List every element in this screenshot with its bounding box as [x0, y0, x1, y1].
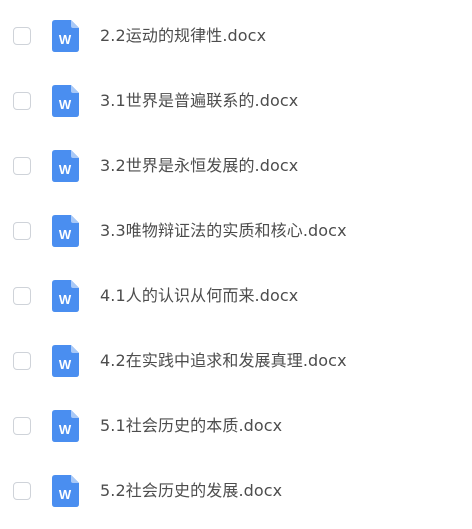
- svg-text:W: W: [59, 162, 72, 177]
- file-checkbox[interactable]: [13, 157, 31, 175]
- word-doc-icon: W: [52, 20, 79, 52]
- svg-text:W: W: [59, 97, 72, 112]
- file-row[interactable]: W 4.2在实践中追求和发展真理.docx: [0, 341, 472, 381]
- word-doc-icon: W: [52, 85, 79, 117]
- file-checkbox[interactable]: [13, 92, 31, 110]
- word-doc-icon: W: [52, 280, 79, 312]
- word-doc-icon: W: [52, 475, 79, 507]
- file-row[interactable]: W 4.1人的认识从何而来.docx: [0, 276, 472, 316]
- word-doc-icon: W: [52, 215, 79, 247]
- file-name[interactable]: 5.1社会历史的本质.docx: [100, 416, 282, 436]
- file-name[interactable]: 4.1人的认识从何而来.docx: [100, 286, 298, 306]
- file-row[interactable]: W 3.1世界是普遍联系的.docx: [0, 81, 472, 121]
- file-name[interactable]: 3.2世界是永恒发展的.docx: [100, 156, 298, 176]
- file-checkbox[interactable]: [13, 482, 31, 500]
- file-row[interactable]: W 3.3唯物辩证法的实质和核心.docx: [0, 211, 472, 251]
- file-row[interactable]: W 3.2世界是永恒发展的.docx: [0, 146, 472, 186]
- svg-text:W: W: [59, 487, 72, 502]
- file-row[interactable]: W 5.1社会历史的本质.docx: [0, 406, 472, 446]
- file-row[interactable]: W 2.2运动的规律性.docx: [0, 16, 472, 56]
- svg-text:W: W: [59, 32, 72, 47]
- file-name[interactable]: 4.2在实践中追求和发展真理.docx: [100, 351, 347, 371]
- file-checkbox[interactable]: [13, 222, 31, 240]
- word-doc-icon: W: [52, 345, 79, 377]
- file-list: W 2.2运动的规律性.docx W 3.1世界是普遍联系的.docx W 3.…: [0, 0, 472, 529]
- file-checkbox[interactable]: [13, 417, 31, 435]
- file-name[interactable]: 5.2社会历史的发展.docx: [100, 481, 282, 501]
- svg-text:W: W: [59, 357, 72, 372]
- file-name[interactable]: 2.2运动的规律性.docx: [100, 26, 266, 46]
- file-name[interactable]: 3.3唯物辩证法的实质和核心.docx: [100, 221, 347, 241]
- word-doc-icon: W: [52, 150, 79, 182]
- word-doc-icon: W: [52, 410, 79, 442]
- svg-text:W: W: [59, 227, 72, 242]
- file-checkbox[interactable]: [13, 27, 31, 45]
- svg-text:W: W: [59, 422, 72, 437]
- svg-text:W: W: [59, 292, 72, 307]
- file-row[interactable]: W 5.2社会历史的发展.docx: [0, 471, 472, 511]
- file-name[interactable]: 3.1世界是普遍联系的.docx: [100, 91, 298, 111]
- file-checkbox[interactable]: [13, 287, 31, 305]
- file-checkbox[interactable]: [13, 352, 31, 370]
